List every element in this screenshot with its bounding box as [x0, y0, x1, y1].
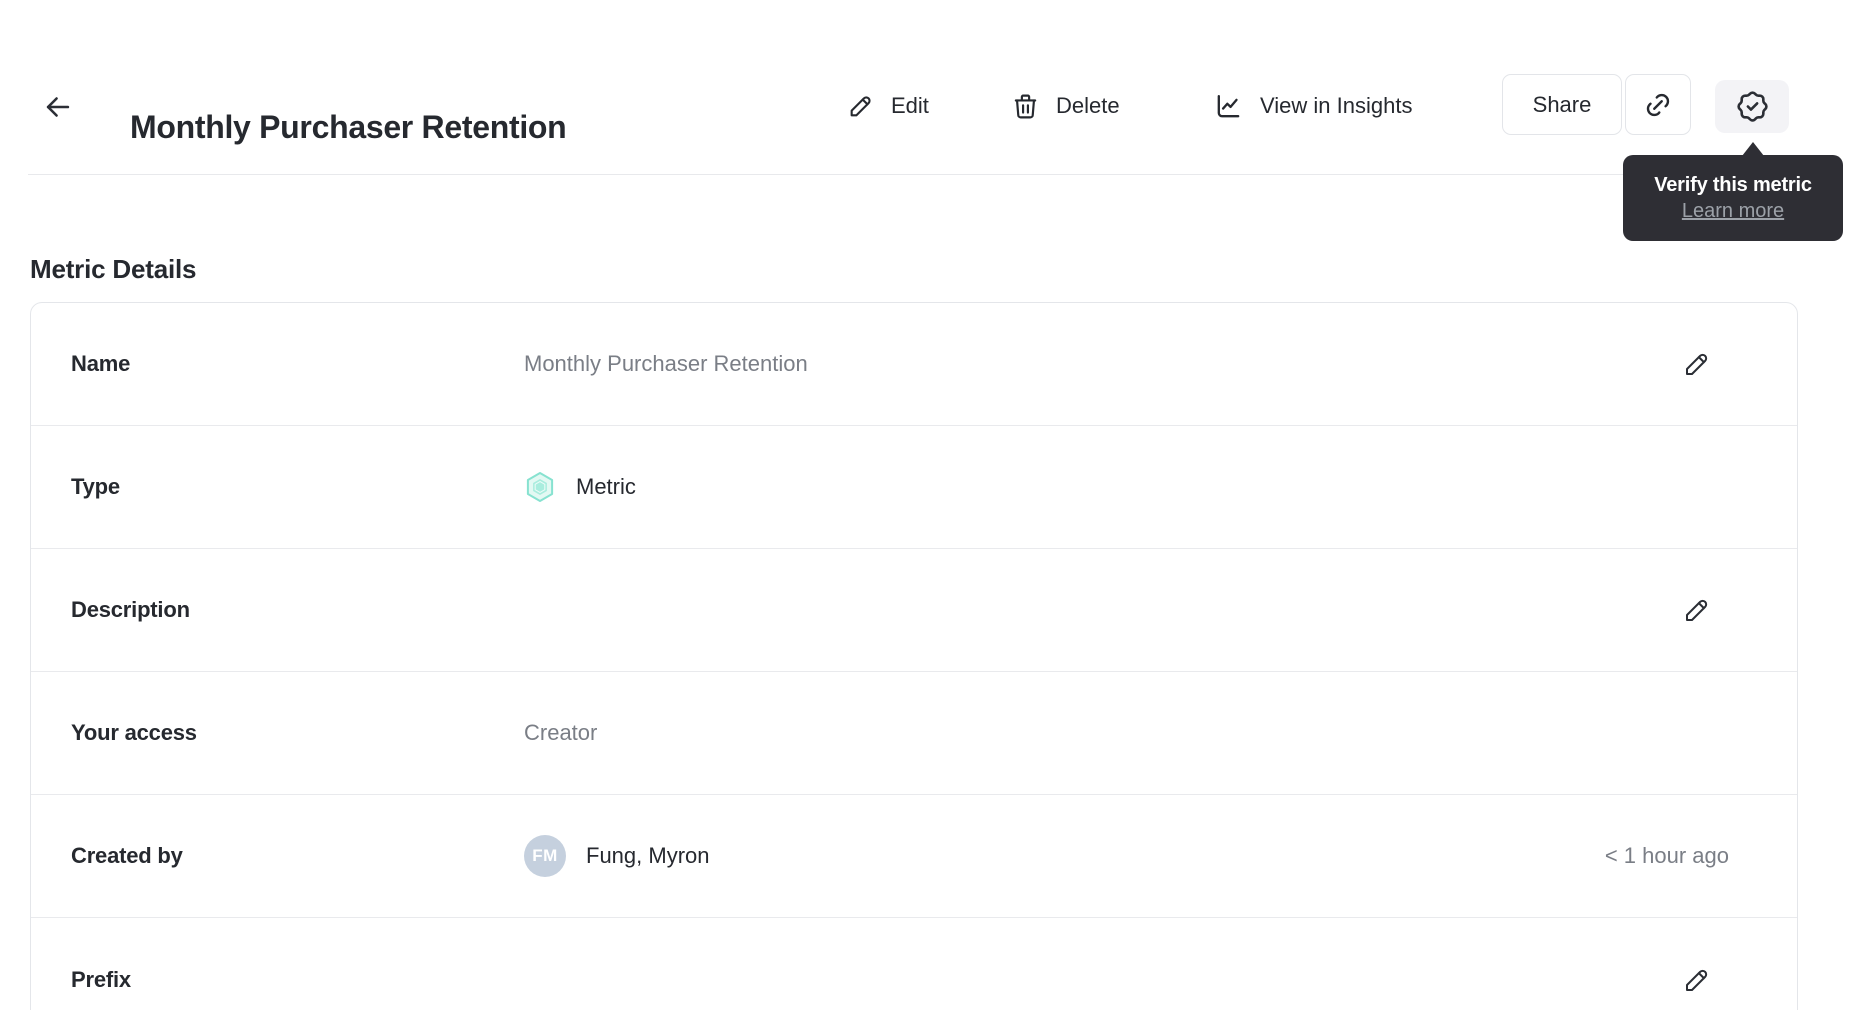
metric-details-page: Monthly Purchaser Retention Edit Delete …: [0, 0, 1850, 1010]
hexagon-metric-icon: [524, 471, 556, 503]
share-button-label: Share: [1532, 91, 1592, 117]
row-label: Name: [71, 351, 131, 376]
table-row-type: Type Metric: [31, 426, 1797, 549]
page-title: Monthly Purchaser Retention: [130, 109, 567, 146]
row-label: Your access: [71, 720, 197, 745]
pencil-icon: [1682, 965, 1712, 995]
tooltip-title: Verify this metric: [1654, 173, 1812, 196]
delete-button-label: Delete: [1056, 93, 1120, 118]
trash-icon: [1011, 92, 1040, 121]
back-button[interactable]: [36, 85, 80, 129]
row-value: Monthly Purchaser Retention: [524, 351, 808, 376]
created-timestamp: < 1 hour ago: [1604, 843, 1729, 868]
line-chart-icon: [1213, 91, 1244, 122]
share-button[interactable]: Share: [1502, 74, 1622, 135]
learn-more-link[interactable]: Learn more: [1682, 200, 1784, 223]
delete-button[interactable]: Delete: [1011, 84, 1120, 128]
section-heading: Metric Details: [30, 253, 197, 284]
copy-link-button[interactable]: [1625, 74, 1691, 135]
row-label: Created by: [71, 843, 183, 868]
edit-button[interactable]: Edit: [847, 84, 929, 128]
created-by-value: Fung, Myron: [586, 843, 710, 868]
edit-description-button[interactable]: [1681, 594, 1713, 626]
verify-metric-button[interactable]: [1715, 80, 1789, 133]
table-row-description: Description: [31, 549, 1797, 672]
table-row-name: Name Monthly Purchaser Retention: [31, 303, 1797, 426]
metric-details-card: Name Monthly Purchaser Retention Type Me…: [30, 302, 1798, 1010]
edit-name-button[interactable]: [1681, 348, 1713, 380]
view-in-insights-label: View in Insights: [1260, 93, 1413, 118]
verify-tooltip: Verify this metric Learn more: [1623, 142, 1843, 241]
avatar: FM: [524, 835, 566, 877]
header-divider: [28, 174, 1822, 175]
row-label: Prefix: [71, 966, 131, 992]
edit-prefix-button[interactable]: [1681, 964, 1713, 996]
back-arrow-icon: [41, 90, 75, 124]
pencil-icon: [1682, 595, 1712, 625]
row-value: Creator: [524, 720, 598, 745]
row-label: Type: [71, 474, 120, 499]
table-row-created-by: Created by FM Fung, Myron < 1 hour ago: [31, 795, 1797, 918]
pencil-icon: [847, 92, 875, 120]
link-icon: [1643, 90, 1673, 120]
table-row-your-access: Your access Creator: [31, 672, 1797, 795]
row-label: Description: [71, 597, 190, 622]
view-in-insights-button[interactable]: View in Insights: [1213, 84, 1412, 128]
table-row-prefix: Prefix: [31, 918, 1797, 1010]
verified-badge-icon: [1734, 88, 1771, 125]
pencil-icon: [1682, 349, 1712, 379]
type-value: Metric: [576, 474, 636, 499]
edit-button-label: Edit: [891, 93, 929, 118]
tooltip-arrow: [1742, 142, 1764, 156]
